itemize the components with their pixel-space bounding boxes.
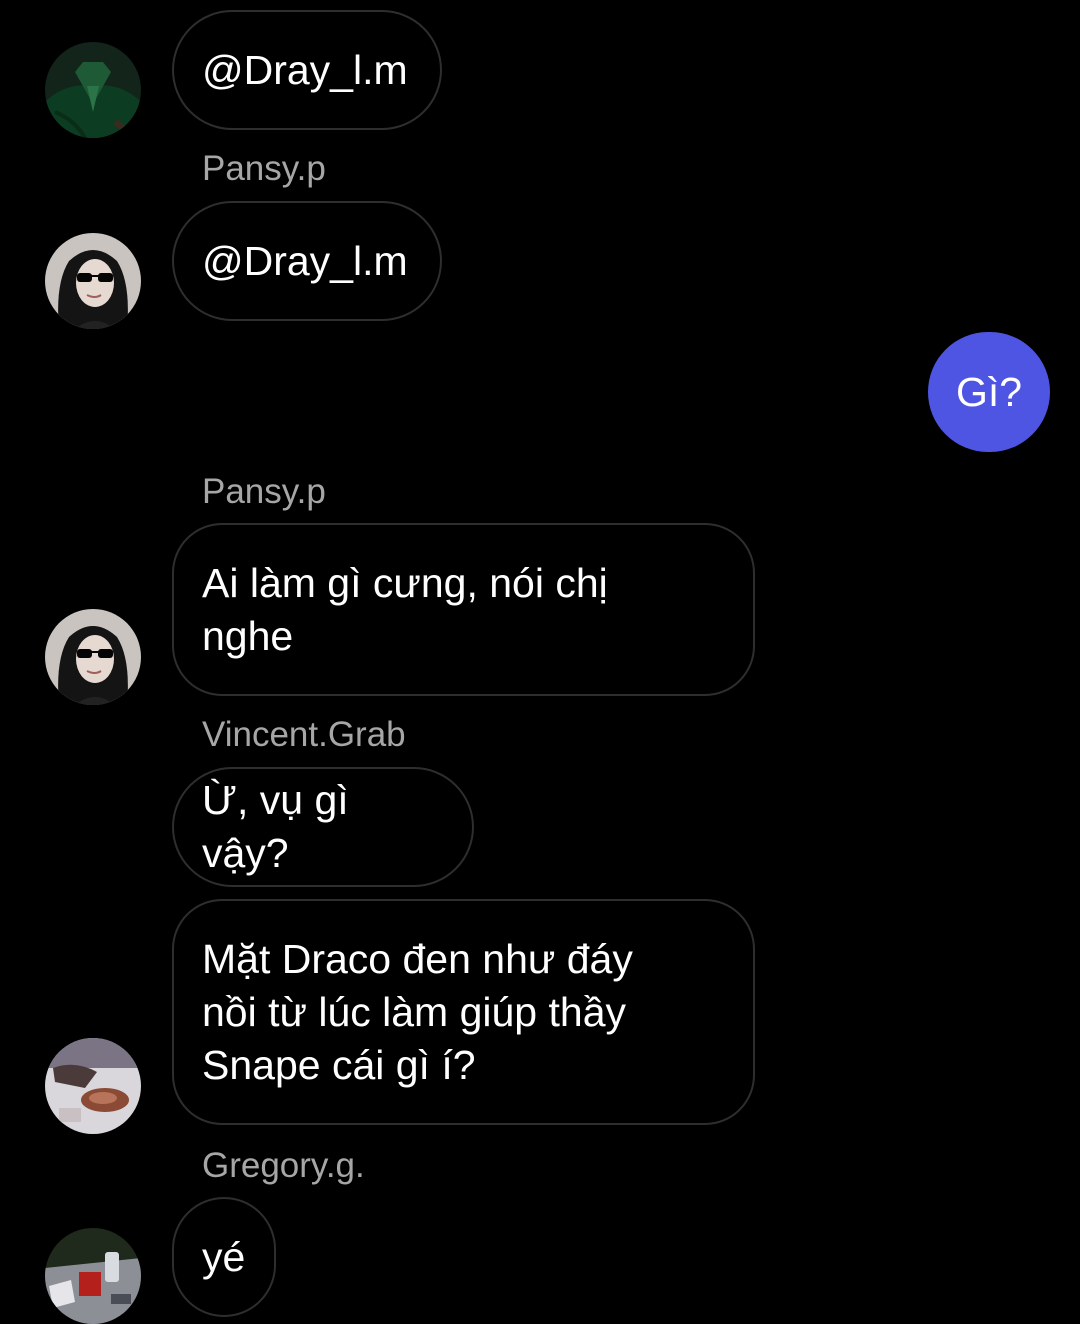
message-bubble[interactable]: yé <box>172 1197 276 1317</box>
message-text: Mặt Draco đen như đáy nồi từ lúc làm giú… <box>202 935 633 1088</box>
outgoing-message-bubble[interactable]: Gì? <box>928 332 1050 452</box>
message-bubble[interactable]: @Dray_l.m <box>172 201 442 321</box>
sunglasses-girl-avatar[interactable] <box>45 609 141 705</box>
sender-name: Gregory.g. <box>202 1146 365 1185</box>
message-text: Gì? <box>955 368 1023 415</box>
message-text: Ừ, vụ gì vậy? <box>202 777 349 876</box>
sender-name: Pansy.p <box>202 149 326 188</box>
sender-name: Vincent.Grab <box>202 715 406 754</box>
message-text: Ai làm gì cưng, nói chị nghe <box>202 559 608 659</box>
table-photo-avatar[interactable] <box>45 1228 141 1324</box>
message-bubble[interactable]: Ai làm gì cưng, nói chị nghe <box>172 523 755 696</box>
message-text: yé <box>202 1233 246 1280</box>
sunglasses-girl-avatar[interactable] <box>45 233 141 329</box>
food-photo-avatar[interactable] <box>45 1038 141 1134</box>
message-bubble[interactable]: Ừ, vụ gì vậy? <box>172 767 474 887</box>
message-bubble[interactable]: @Dray_l.m <box>172 10 442 130</box>
message-bubble[interactable]: Mặt Draco đen như đáy nồi từ lúc làm giú… <box>172 899 755 1125</box>
message-text: @Dray_l.m <box>202 237 408 284</box>
green-uniform-avatar[interactable] <box>45 42 141 138</box>
message-text: @Dray_l.m <box>202 46 408 93</box>
sender-name: Pansy.p <box>202 472 326 511</box>
